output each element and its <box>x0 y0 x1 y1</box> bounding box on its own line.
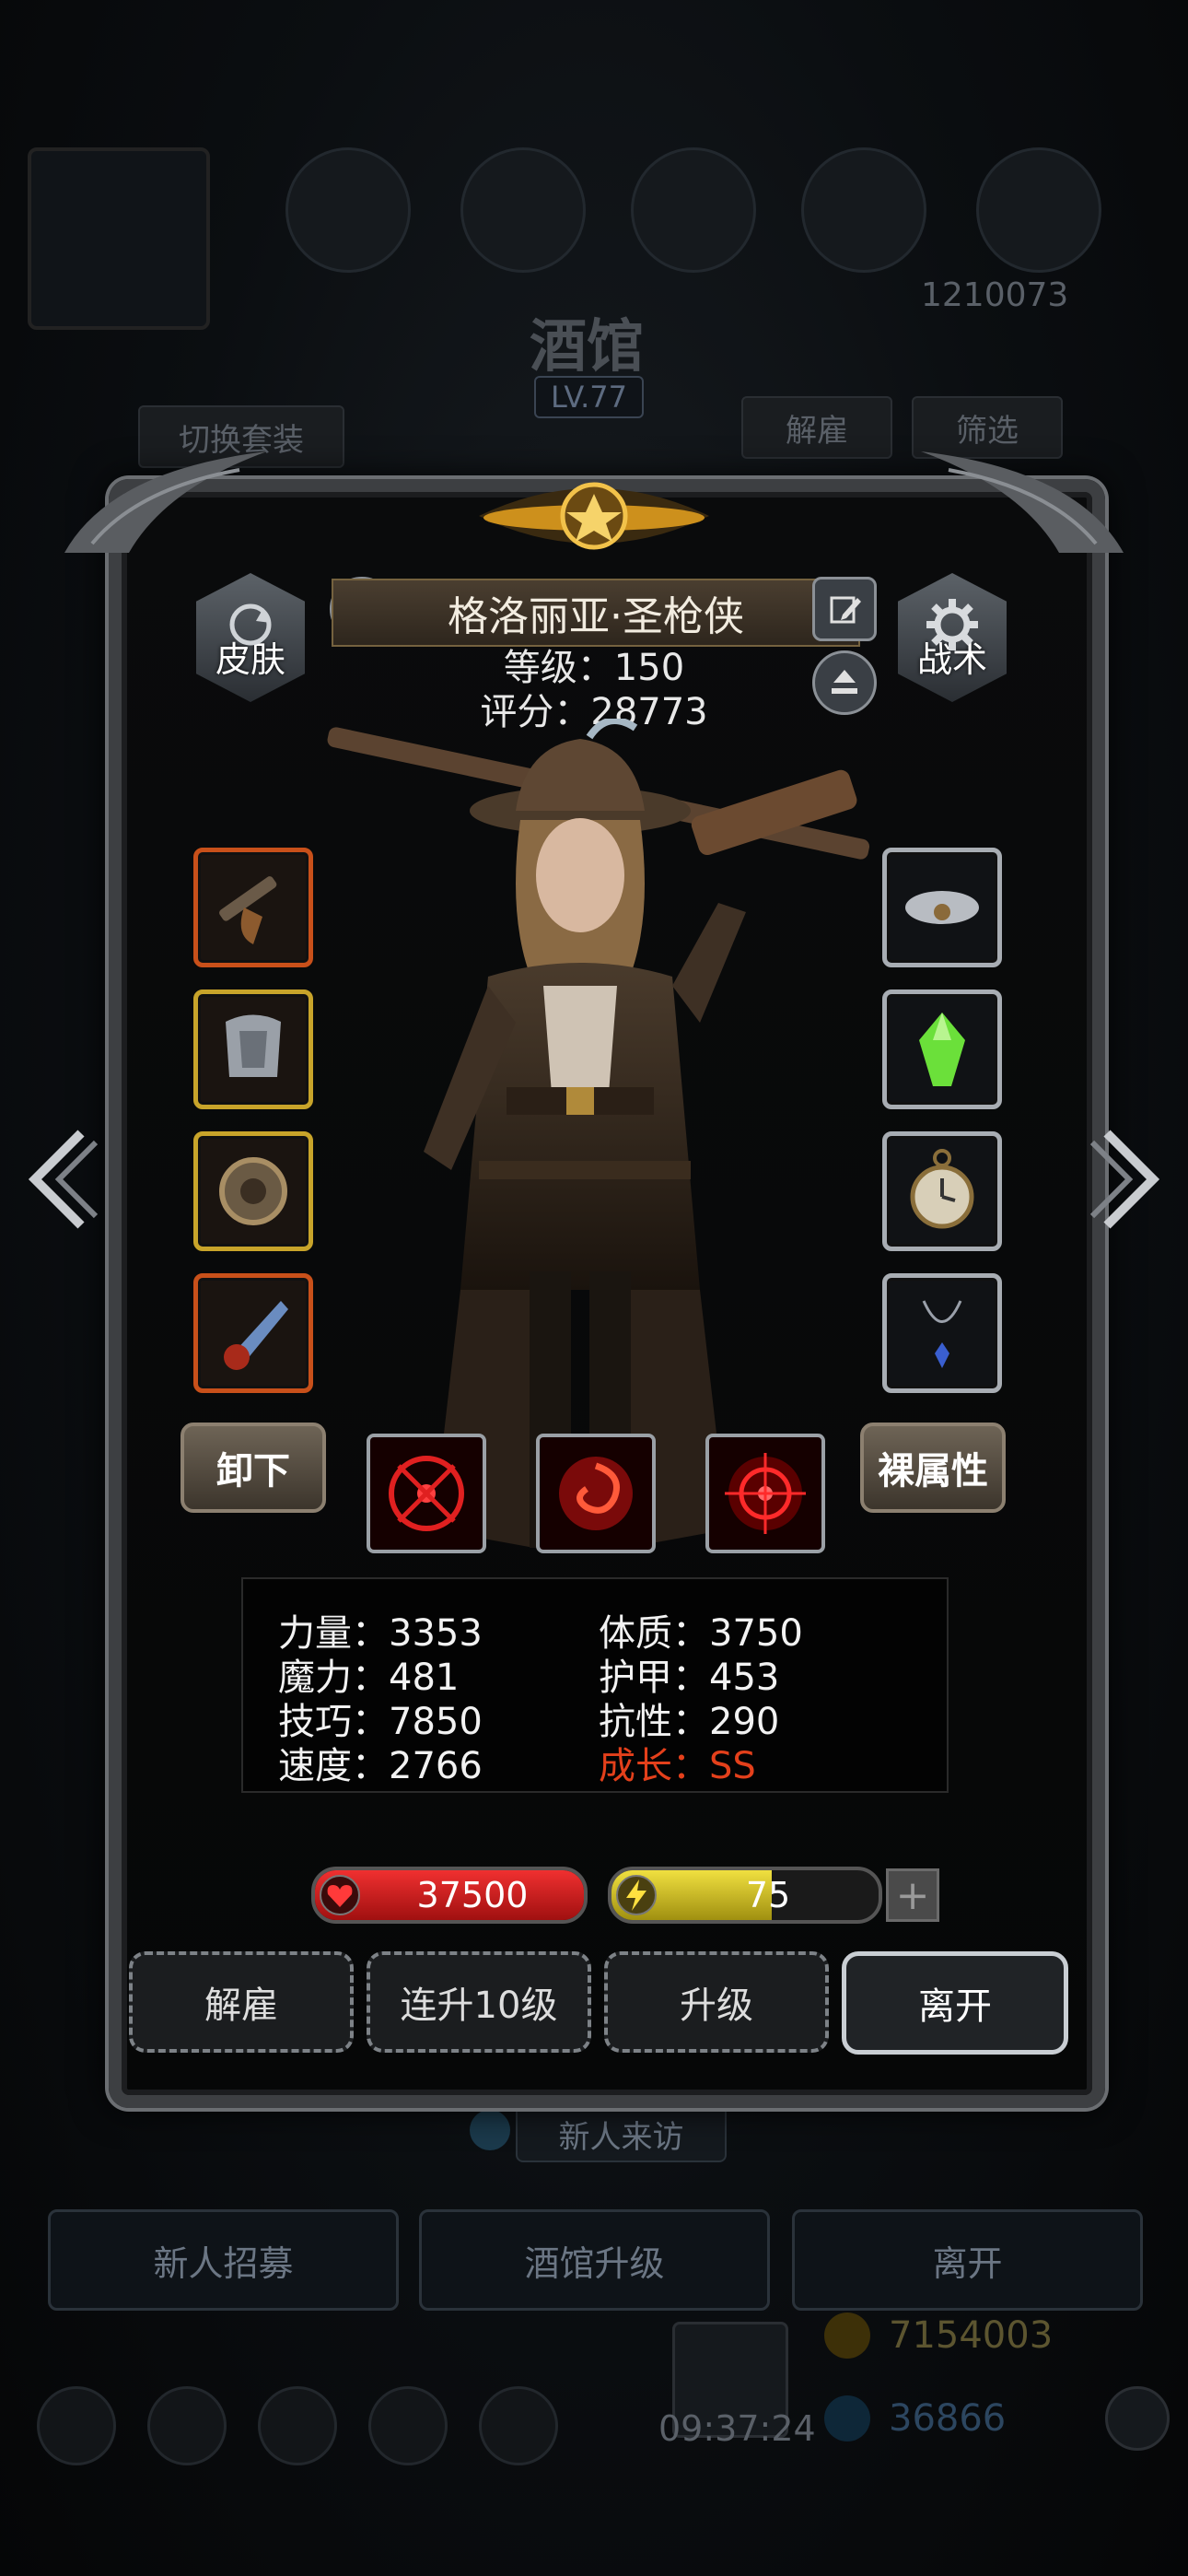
lightning-icon <box>616 1875 657 1915</box>
pocket-watch-icon <box>910 1149 974 1229</box>
energy-bar: 75 <box>608 1867 882 1924</box>
ring-icon <box>219 1157 287 1225</box>
ornament-right-icon <box>921 451 1124 553</box>
hp-value: 37500 <box>416 1875 529 1915</box>
ornament-left-icon <box>64 451 267 553</box>
skill-slot-1[interactable] <box>367 1434 486 1553</box>
bg-clock: 09:37:24 <box>658 2408 816 2449</box>
bg-number: 1210073 <box>921 276 1069 314</box>
bg-gem-amount: 36866 <box>889 2397 1007 2440</box>
weapon-slot[interactable] <box>193 848 313 967</box>
gear-icon <box>926 599 978 650</box>
bg-menu-icon <box>37 2386 116 2465</box>
target-skill-icon <box>725 1453 806 1534</box>
bg-recruit-button: 新人招募 <box>48 2209 399 2311</box>
bg-title: 酒馆 <box>530 312 645 380</box>
bg-round-icon <box>285 147 411 273</box>
bg-visitor-label: 新人来访 <box>516 2105 727 2162</box>
edit-icon <box>830 596 861 624</box>
stat-growth: 成长：SS <box>599 1745 756 1787</box>
dismiss-button[interactable]: 解雇 <box>129 1951 354 2053</box>
bg-gold-amount: 7154003 <box>889 2314 1054 2357</box>
level-up-10-button[interactable]: 连升10级 <box>367 1951 591 2053</box>
previous-hero-arrow-icon[interactable] <box>17 1124 99 1235</box>
cloud-amulet-icon <box>905 891 979 924</box>
gem-slot[interactable] <box>882 989 1002 1109</box>
crosshair-skill-icon <box>389 1456 464 1531</box>
bg-round-icon <box>460 147 586 273</box>
rename-button[interactable] <box>812 577 877 641</box>
ring-slot[interactable] <box>193 1131 313 1251</box>
bg-gold-icon <box>824 2313 870 2359</box>
bg-round-icon <box>801 147 926 273</box>
horn-icon <box>224 1301 288 1370</box>
amulet-slot[interactable] <box>882 848 1002 967</box>
armor-slot[interactable] <box>193 989 313 1109</box>
watch-slot[interactable] <box>882 1131 1002 1251</box>
heart-icon <box>320 1875 360 1915</box>
energy-value: 75 <box>745 1875 791 1915</box>
skill-slot-2[interactable] <box>536 1434 656 1553</box>
flintlock-pistol-icon <box>219 876 277 944</box>
upload-icon <box>832 670 857 694</box>
level-up-button[interactable]: 升级 <box>604 1951 829 2053</box>
refresh-icon <box>229 603 272 646</box>
plus-icon: + <box>895 1871 930 1919</box>
bg-menu-icon <box>147 2386 227 2465</box>
next-hero-arrow-icon[interactable] <box>1089 1124 1171 1235</box>
bg-dismiss-button: 解雇 <box>741 396 892 459</box>
hp-bar: 37500 <box>311 1867 588 1924</box>
skill-slot-3[interactable] <box>705 1434 825 1553</box>
bg-leave-button: 离开 <box>792 2209 1143 2311</box>
bg-visitor-icon <box>470 2110 510 2150</box>
horn-slot[interactable] <box>193 1273 313 1393</box>
bg-level: LV.77 <box>534 376 644 418</box>
bg-gem-icon <box>824 2395 870 2441</box>
share-button[interactable] <box>812 650 877 715</box>
bg-round-icon <box>976 147 1101 273</box>
bg-menu-icon <box>479 2386 558 2465</box>
bg-menu-icon <box>368 2386 448 2465</box>
crest-emblem-icon <box>479 482 709 550</box>
bg-upgrade-tavern-button: 酒馆升级 <box>419 2209 770 2311</box>
base-attributes-button[interactable]: 裸属性 <box>860 1423 1006 1513</box>
necklace-slot[interactable] <box>882 1273 1002 1393</box>
green-gem-icon <box>919 1013 965 1086</box>
stats-panel: 力量：3353 魔力：481 技巧：7850 速度：2766 体质：3750 护… <box>241 1577 949 1793</box>
necklace-icon <box>922 1300 962 1368</box>
bg-menu-icon <box>258 2386 337 2465</box>
bg-round-icon <box>631 147 756 273</box>
bg-add-icon <box>1105 2386 1170 2451</box>
leave-button[interactable]: 离开 <box>842 1951 1068 2055</box>
unequip-button[interactable]: 卸下 <box>181 1423 326 1513</box>
hero-name: 格洛丽亚·圣枪侠 <box>332 579 860 647</box>
stat-speed: 速度：2766 <box>278 1745 483 1787</box>
armor-icon <box>226 1014 281 1077</box>
vortex-skill-icon <box>559 1457 633 1530</box>
add-energy-button[interactable]: + <box>886 1868 939 1922</box>
bg-hero-portrait <box>28 147 210 330</box>
